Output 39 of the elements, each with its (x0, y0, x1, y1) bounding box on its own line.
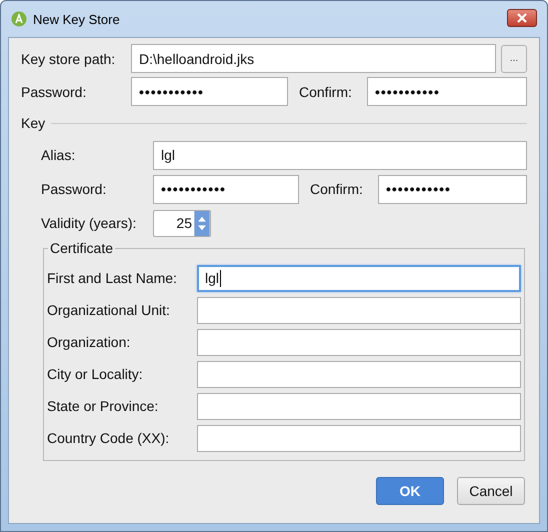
path-field[interactable]: D:\helloandroid.jks (131, 44, 496, 73)
field-value: lgl (205, 270, 220, 286)
password-field[interactable]: ••••••••••• (131, 77, 288, 106)
browse-button[interactable]: ... (501, 44, 527, 72)
close-icon (517, 13, 527, 23)
field-label: Validity (years): (41, 215, 138, 231)
field-label: State or Province: (47, 398, 160, 414)
field-label: Alias: (41, 147, 76, 163)
window-title: New Key Store (33, 12, 121, 26)
text-field[interactable] (197, 424, 521, 452)
android-icon (11, 11, 27, 27)
ok-button[interactable]: OK (376, 477, 444, 505)
field-label: Country Code (XX): (47, 430, 170, 446)
password-field[interactable]: ••••••••••• (153, 174, 299, 204)
text-field[interactable] (197, 392, 521, 420)
field-label: Password: (41, 181, 108, 197)
group-title: Certificate (48, 240, 116, 256)
close-button[interactable] (507, 9, 537, 27)
text-field[interactable] (197, 360, 521, 388)
field-label: Confirm: (310, 181, 364, 197)
text-caret (220, 270, 222, 286)
text-field[interactable]: lgl (197, 264, 521, 292)
number-spinner[interactable]: 25 (153, 210, 211, 236)
section-title: Key (21, 115, 46, 131)
field-label: Organization: (47, 334, 132, 350)
password-field[interactable]: ••••••••••• (367, 77, 527, 106)
password-field[interactable]: ••••••••••• (378, 174, 527, 204)
field-label: Organizational Unit: (47, 302, 171, 318)
field-label: Confirm: (299, 84, 353, 100)
field-label: City or Locality: (47, 366, 144, 382)
spinner-value: 25 (175, 214, 193, 232)
field-label: First and Last Name: (47, 270, 178, 286)
cancel-button[interactable]: Cancel (457, 477, 525, 505)
field-label: Password: (21, 84, 88, 100)
text-field[interactable] (197, 296, 521, 324)
text-field[interactable] (197, 328, 521, 356)
up-down-arrows-icon (194, 210, 210, 236)
alias-field[interactable]: lgl (153, 140, 527, 170)
field-label: Key store path: (21, 50, 116, 66)
